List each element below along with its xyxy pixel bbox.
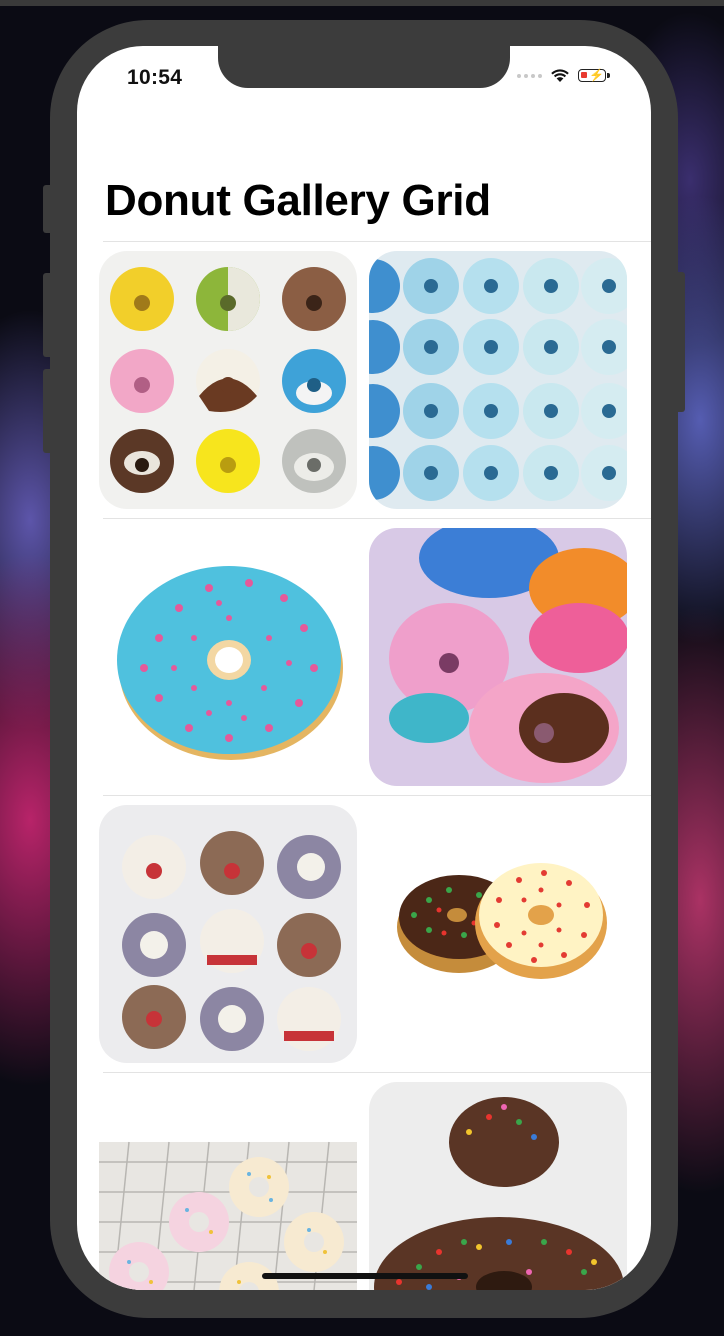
volume-down-button xyxy=(43,369,50,453)
rainbow-sprinkle-donut-image[interactable] xyxy=(369,1082,627,1290)
side-button xyxy=(678,272,685,412)
gallery-row xyxy=(99,795,651,1072)
christmas-animal-donuts-image[interactable] xyxy=(99,805,357,1063)
gallery-grid xyxy=(99,241,651,1290)
blue-sprinkle-donuts-image[interactable] xyxy=(369,251,627,509)
pastel-donuts-on-rack-image[interactable] xyxy=(99,1082,357,1290)
sprinkle-donut-pair-image[interactable] xyxy=(369,805,627,1063)
status-time: 10:54 xyxy=(127,66,183,89)
gallery-row xyxy=(99,518,651,795)
wifi-icon xyxy=(551,69,569,82)
gallery-row xyxy=(99,241,651,518)
battery-charging-icon: ⚡ xyxy=(578,68,610,82)
phone-screen: 10:54 ⚡ Donut Gallery Grid xyxy=(77,46,651,1290)
animal-face-donuts-image[interactable] xyxy=(99,251,357,509)
page-title: Donut Gallery Grid xyxy=(105,176,491,225)
gallery-row xyxy=(99,1072,651,1290)
notch xyxy=(218,46,510,88)
cellular-signal-icon xyxy=(517,73,542,78)
window-top-bar xyxy=(0,0,724,6)
blue-glazed-donut-image[interactable] xyxy=(99,528,357,786)
volume-up-button xyxy=(43,273,50,357)
home-indicator[interactable] xyxy=(262,1273,468,1279)
status-icons: ⚡ xyxy=(517,68,610,83)
mute-switch xyxy=(43,185,50,233)
squishy-donut-toys-image[interactable] xyxy=(369,528,627,786)
